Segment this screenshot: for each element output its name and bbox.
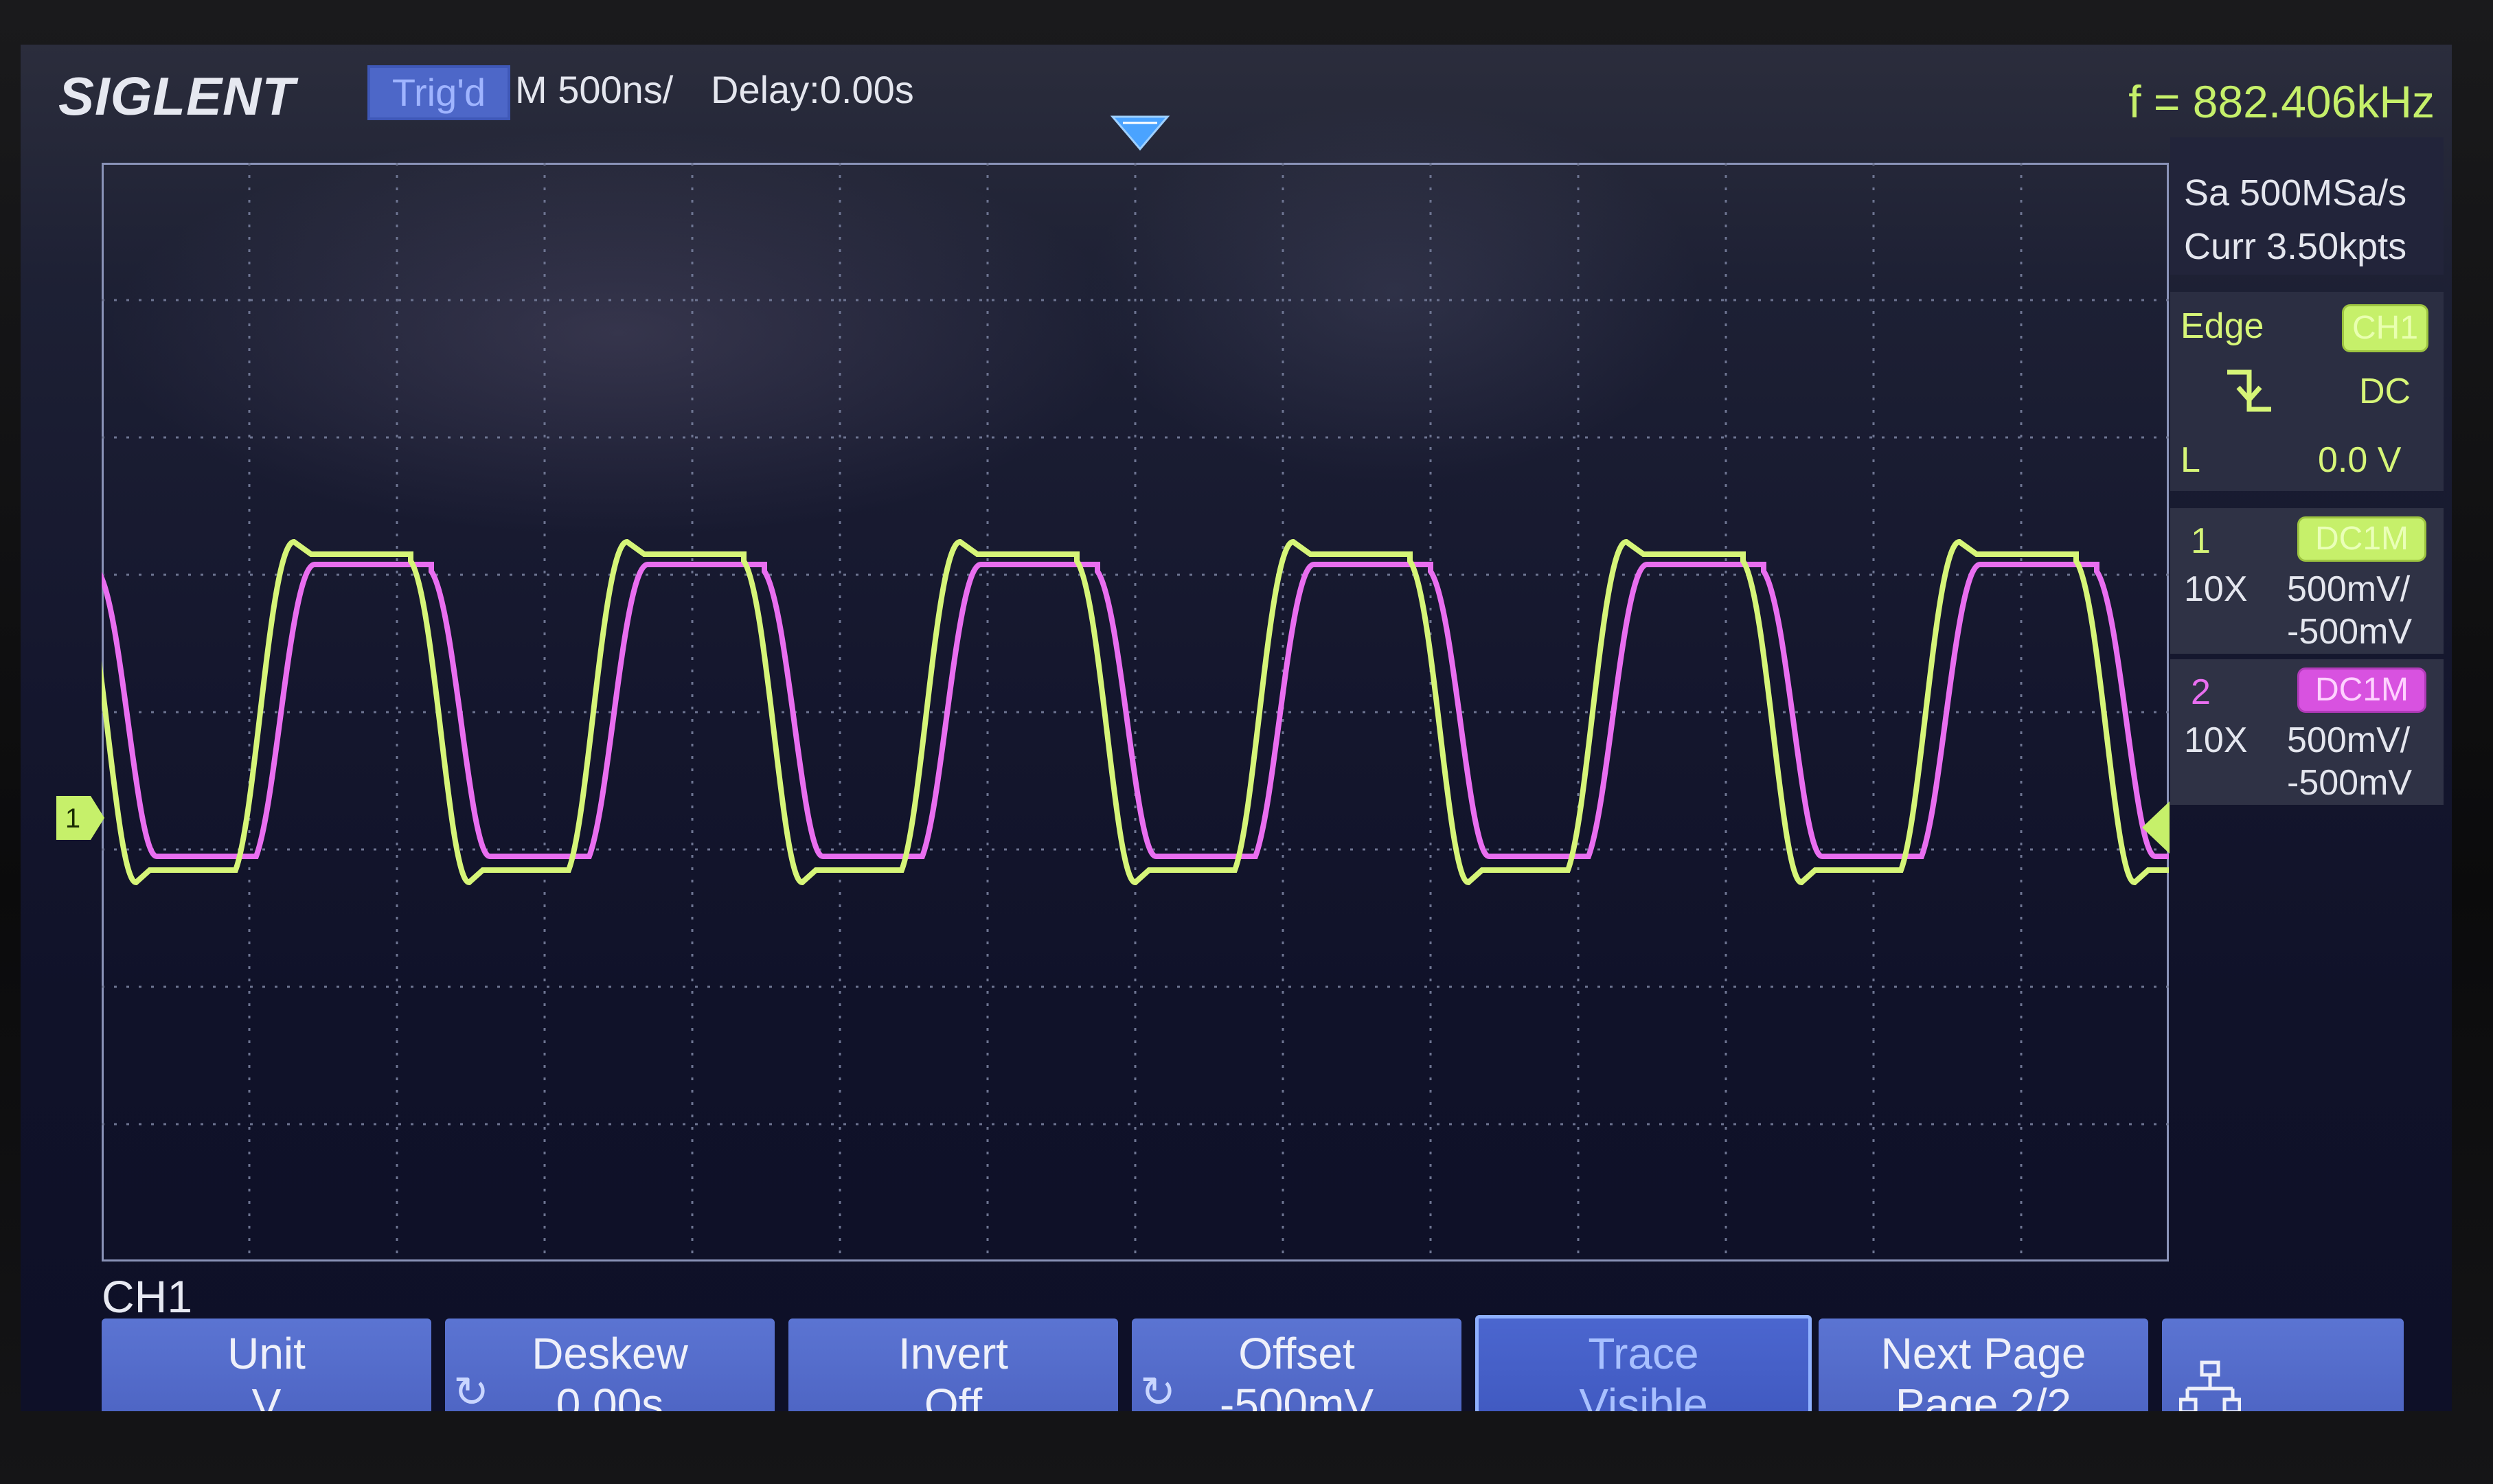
frequency-readout: f = 882.406kHz [2128,76,2435,127]
ch1-number: 1 [2191,521,2211,561]
ch2-info[interactable]: 2 DC1M 10X 500mV/ -500mV [2170,659,2444,805]
next-page-softkey[interactable]: Next Page Page 2/2 [1819,1319,2148,1411]
softkey-label: Invert [898,1329,1009,1378]
ch2-probe: 10X [2184,720,2248,760]
scope-screen: SIGLENT Trig'd M 500ns/ Delay:0.00s f = … [21,45,2452,1411]
softkey-value: -500mV [1219,1380,1374,1411]
ch1-offset: -500mV [2287,612,2413,652]
trigger-source-badge: CH1 [2342,304,2428,352]
softkey-label: Trace [1588,1329,1699,1378]
info-panel: Sa 500MSa/s Curr 3.50kpts Edge CH1 DC L … [2170,137,2445,824]
ch2-offset: -500mV [2287,763,2413,803]
menu-title: CH1 [102,1271,193,1322]
ch2-number: 2 [2191,672,2211,712]
ch2-coupling-badge: DC1M [2297,667,2426,713]
ch1-coupling-badge: DC1M [2297,516,2426,562]
ch1-ground-marker[interactable]: 1 [55,795,110,843]
softkey-label: Offset [1238,1329,1355,1378]
softkey-value: 0.00s [556,1380,664,1411]
ch1-info[interactable]: 1 DC1M 10X 500mV/ -500mV [2170,508,2444,654]
offset-softkey[interactable]: ↻ Offset -500mV [1132,1319,1461,1411]
trigger-panel[interactable]: Edge CH1 DC L 0.0 V [2170,292,2444,491]
invert-softkey[interactable]: Invert Off [788,1319,1118,1411]
trigger-status-badge: Trig'd [367,65,510,120]
network-softkey[interactable] [2162,1319,2404,1411]
acquisition-panel: Sa 500MSa/s Curr 3.50kpts [2170,137,2444,275]
trigger-type: Edge [2181,306,2264,346]
waveform-grid [102,163,2169,1262]
trigger-coupling: DC [2359,372,2411,411]
softkey-label: Unit [227,1329,306,1378]
status-bar: SIGLENT Trig'd M 500ns/ Delay:0.00s f = … [21,45,2452,137]
memory-depth: Curr 3.50kpts [2184,226,2407,267]
trigger-level: 0.0 V [2318,440,2402,480]
unit-softkey[interactable]: Unit V [102,1319,431,1411]
trace-softkey[interactable]: Trace Visible [1475,1315,1812,1411]
falling-edge-icon [2227,369,2271,412]
softkey-bar: Unit V ↻ Deskew 0.00s Invert Off ↻ Offse… [102,1315,2437,1411]
softkey-label: Deskew [532,1329,688,1378]
softkey-value: V [251,1380,282,1411]
trigger-position-marker[interactable] [1109,113,1171,155]
delay-readout[interactable]: Delay:0.00s [711,67,914,112]
trigger-level-marker[interactable] [2139,800,2171,855]
network-icon [2179,1360,2241,1411]
deskew-softkey[interactable]: ↻ Deskew 0.00s [445,1319,775,1411]
ch2-scale: 500mV/ [2287,720,2411,760]
softkey-value: Visible [1579,1380,1708,1411]
softkey-label: Next Page [1880,1329,2086,1378]
brand-logo: SIGLENT [58,66,296,126]
timebase-readout[interactable]: M 500ns/ [515,67,673,112]
softkey-value: Off [924,1380,983,1411]
sample-rate: Sa 500MSa/s [2184,172,2407,214]
ch1-probe: 10X [2184,569,2248,609]
softkey-value: Page 2/2 [1895,1380,2072,1411]
svg-text:1: 1 [65,803,80,834]
ch1-scale: 500mV/ [2287,569,2411,609]
trigger-level-label: L [2181,440,2200,480]
